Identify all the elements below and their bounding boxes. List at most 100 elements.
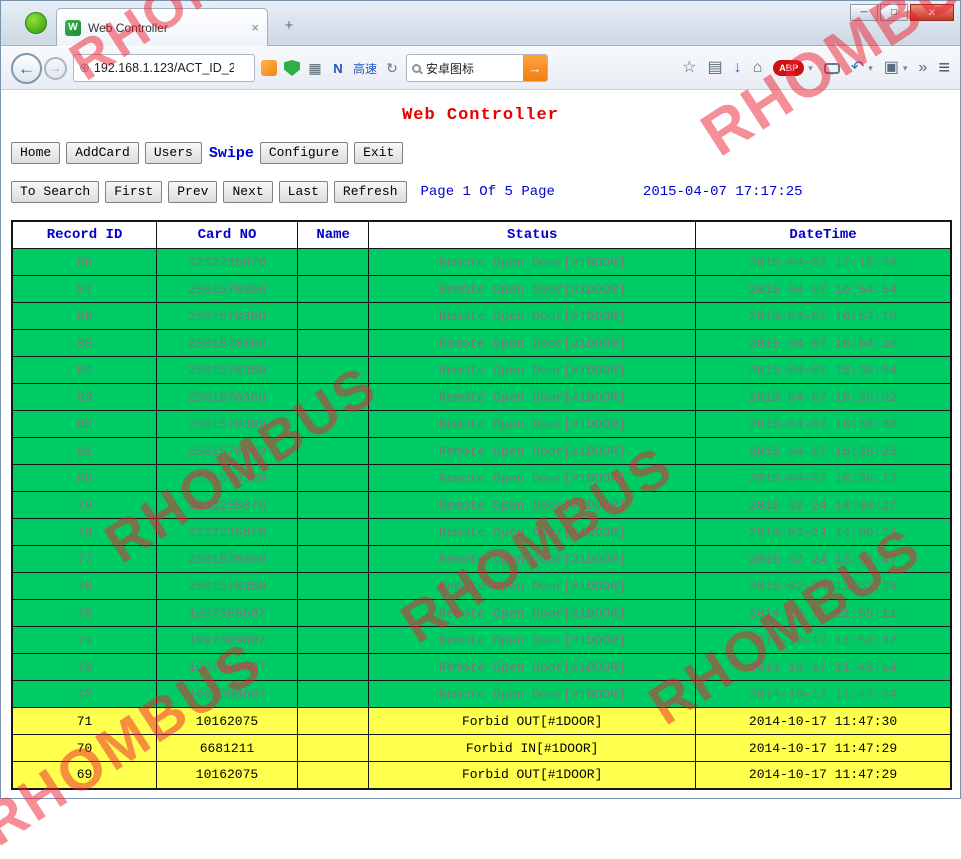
name-cell bbox=[297, 627, 368, 654]
adblock-caret-icon[interactable]: ▾ bbox=[808, 63, 813, 74]
card-no-cell: 10162075 bbox=[157, 762, 298, 789]
datetime-cell: 2014-10-17 11:51:42 bbox=[696, 627, 951, 654]
card-no-cell: 6681211 bbox=[157, 735, 298, 762]
home-icon[interactable]: ⌂ bbox=[753, 60, 763, 76]
to-search-button[interactable]: To Search bbox=[11, 181, 99, 203]
name-cell bbox=[297, 681, 368, 708]
card-no-cell: 2501570369 bbox=[157, 276, 298, 303]
close-button[interactable]: × bbox=[910, 4, 954, 21]
datetime-cell: 2015-04-07 16:54:10 bbox=[696, 330, 951, 357]
record-id-cell: 75 bbox=[12, 600, 157, 627]
forward-icon[interactable]: → bbox=[44, 57, 67, 80]
name-cell bbox=[297, 762, 368, 789]
back-icon[interactable]: ← bbox=[11, 53, 42, 84]
datetime-cell: 2014-10-17 11:47:29 bbox=[696, 735, 951, 762]
screenshot-icon[interactable]: ▣ bbox=[884, 60, 899, 76]
status-cell: Remote Open Door[#1DOOR] bbox=[369, 330, 696, 357]
last-page-button[interactable]: Last bbox=[279, 181, 328, 203]
browser-menu-button[interactable] bbox=[25, 12, 47, 34]
status-cell: Remote Open Door[#1DOOR] bbox=[369, 654, 696, 681]
table-row: 721097309607Remote Open Door[#1DOOR]2014… bbox=[12, 681, 951, 708]
users-nav-button[interactable]: Users bbox=[145, 142, 202, 164]
name-cell bbox=[297, 519, 368, 546]
record-id-cell: 87 bbox=[12, 276, 157, 303]
card-no-cell: 3232235876 bbox=[157, 492, 298, 519]
card-no-cell: 1097309607 bbox=[157, 654, 298, 681]
name-cell bbox=[297, 384, 368, 411]
url-input[interactable] bbox=[94, 61, 234, 75]
tab-strip: W Web Controller × + ─ □ × bbox=[1, 1, 960, 46]
next-page-button[interactable]: Next bbox=[223, 181, 272, 203]
menu-icon[interactable]: ≡ bbox=[938, 58, 950, 78]
table-row: 812501570369Remote Open Door[#1DOOR]2015… bbox=[12, 438, 951, 465]
navigation-toolbar: ← → ⊕ ▦ N 高速 ↻ → ☆ ▤ ↓ ⌂ ABP ▾ ↶ ▾ ▣ ▾ »… bbox=[1, 47, 960, 90]
records-table: Record IDCard NONameStatusDateTime 88 323… bbox=[11, 220, 952, 790]
record-id-cell: 79 bbox=[12, 492, 157, 519]
table-row: 852501570369Remote Open Door[#1DOOR]2015… bbox=[12, 330, 951, 357]
prev-page-button[interactable]: Prev bbox=[168, 181, 217, 203]
status-cell: Remote Open Door[#1DOOR] bbox=[369, 438, 696, 465]
search-go-button[interactable]: → bbox=[523, 54, 547, 82]
status-cell: Forbid OUT[#1DOOR] bbox=[369, 762, 696, 789]
home-nav-button[interactable]: Home bbox=[11, 142, 60, 164]
name-cell bbox=[297, 708, 368, 735]
addcard-nav-button[interactable]: AddCard bbox=[66, 142, 139, 164]
bookmarks-panel-icon[interactable]: ▤ bbox=[707, 60, 722, 76]
table-row: 832501570369Remote Open Door[#1DOOR]2015… bbox=[12, 384, 951, 411]
maximize-button[interactable]: □ bbox=[880, 4, 908, 21]
orange-extension-icon[interactable] bbox=[261, 60, 277, 76]
card-no-cell: 2501570369 bbox=[157, 411, 298, 438]
table-row: 772501570369Remote Open Door[#1DOOR]2015… bbox=[12, 546, 951, 573]
tab-close-icon[interactable]: × bbox=[251, 20, 259, 35]
name-cell bbox=[297, 465, 368, 492]
undo-icon[interactable]: ↶ bbox=[851, 60, 864, 76]
record-id-cell: 88 bbox=[12, 249, 157, 276]
pager-bar: To Search First Prev Next Last Refresh P… bbox=[11, 181, 960, 203]
record-id-cell: 82 bbox=[12, 411, 157, 438]
timestamp-label: 2015-04-07 17:17:25 bbox=[643, 184, 803, 200]
configure-nav-button[interactable]: Configure bbox=[260, 142, 348, 164]
card-no-cell: 1097309607 bbox=[157, 600, 298, 627]
feedback-icon[interactable] bbox=[824, 63, 840, 74]
records-tbody: 883232235876Remote Open Door[#1DOOR]2015… bbox=[12, 249, 951, 789]
address-bar[interactable]: ⊕ bbox=[73, 54, 255, 82]
minimize-button[interactable]: ─ bbox=[850, 4, 878, 21]
record-id-cell: 83 bbox=[12, 384, 157, 411]
search-input[interactable] bbox=[426, 61, 523, 75]
screenshot-caret-icon[interactable]: ▾ bbox=[903, 63, 908, 74]
datetime-cell: 2015-04-07 16:39:04 bbox=[696, 357, 951, 384]
table-header-row: Record IDCard NONameStatusDateTime bbox=[12, 221, 951, 249]
table-row: 802501570369Remote Open Door[#1DOOR]2015… bbox=[12, 465, 951, 492]
qr-icon[interactable]: ▦ bbox=[307, 60, 323, 76]
tab-web-controller[interactable]: W Web Controller × bbox=[56, 8, 268, 46]
record-id-cell: 72 bbox=[12, 681, 157, 708]
record-id-cell: 74 bbox=[12, 627, 157, 654]
refresh-button[interactable]: Refresh bbox=[334, 181, 407, 203]
card-no-cell: 2501570369 bbox=[157, 573, 298, 600]
table-row: 783232235876Remote Open Door[#1DOOR]2015… bbox=[12, 519, 951, 546]
search-box[interactable]: → bbox=[406, 54, 548, 82]
new-tab-button[interactable]: + bbox=[277, 15, 301, 37]
record-id-cell: 77 bbox=[12, 546, 157, 573]
shield-icon[interactable] bbox=[284, 60, 300, 76]
exit-nav-button[interactable]: Exit bbox=[354, 142, 403, 164]
speed-mode-label[interactable]: 高速 bbox=[353, 60, 377, 77]
name-cell bbox=[297, 330, 368, 357]
overflow-icon[interactable]: » bbox=[918, 60, 927, 76]
undo-caret-icon[interactable]: ▾ bbox=[868, 63, 873, 74]
card-no-cell: 2501570369 bbox=[157, 546, 298, 573]
bookmark-star-icon[interactable]: ☆ bbox=[682, 60, 696, 76]
status-cell: Remote Open Door[#1DOOR] bbox=[369, 411, 696, 438]
card-no-cell: 10162075 bbox=[157, 708, 298, 735]
noscript-icon[interactable]: N bbox=[330, 60, 346, 76]
toolbar-right-icons: ☆ ▤ ↓ ⌂ ABP ▾ ↶ ▾ ▣ ▾ » ≡ bbox=[682, 58, 950, 78]
name-cell bbox=[297, 438, 368, 465]
reload-icon[interactable]: ↻ bbox=[384, 60, 400, 76]
table-row: 862501570369Remote Open Door[#1DOOR]2015… bbox=[12, 303, 951, 330]
download-icon[interactable]: ↓ bbox=[734, 60, 742, 76]
card-no-cell: 2501570369 bbox=[157, 438, 298, 465]
adblock-icon[interactable]: ABP bbox=[773, 60, 804, 76]
name-cell bbox=[297, 735, 368, 762]
first-page-button[interactable]: First bbox=[105, 181, 162, 203]
datetime-cell: 2014-10-17 11:47:30 bbox=[696, 708, 951, 735]
